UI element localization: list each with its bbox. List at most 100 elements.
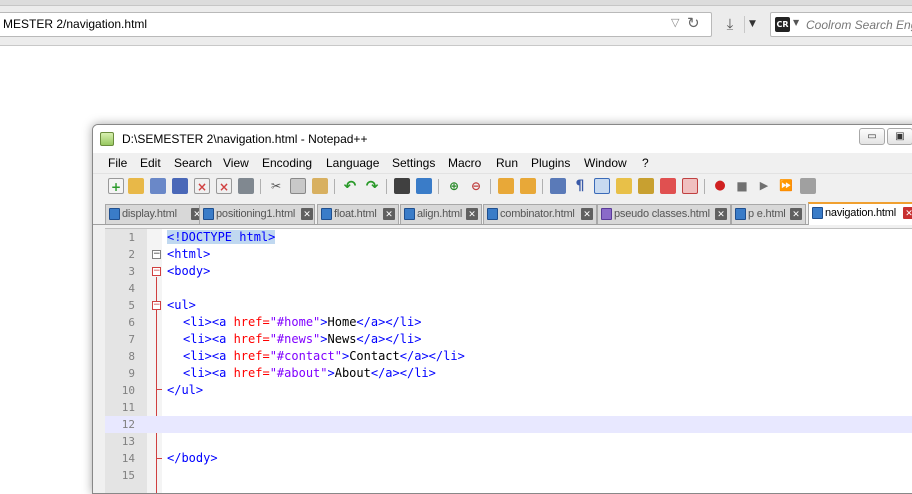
search-input[interactable]: Coolrom Search Engi [806,18,912,32]
menu-window[interactable]: Window [584,156,627,170]
code-text: <li><a href="#news">News</a></li> [183,332,421,346]
menu-language[interactable]: Language [326,156,379,170]
menu-edit[interactable]: Edit [140,156,161,170]
zoom-out-icon[interactable]: ⊖ [468,178,484,194]
menu-search[interactable]: Search [174,156,212,170]
search-box[interactable]: CR ▼ Coolrom Search Engi [770,12,912,37]
save-all-icon[interactable] [172,178,188,194]
reload-icon[interactable]: ↻ [687,14,700,32]
record-macro-icon[interactable]: ● [712,178,728,194]
string-token: "#news" [269,332,321,346]
tag-token: </a></li> [370,366,436,380]
close-tab-icon[interactable]: ✕ [715,208,727,220]
tag-token: > [327,366,335,380]
code-line[interactable]: 4 [105,280,912,297]
zoom-in-icon[interactable]: ⊕ [446,178,462,194]
code-text: <li><a href="#home">Home</a></li> [183,315,421,329]
maximize-button[interactable]: ▣ [887,128,912,145]
minimize-button[interactable]: ▭ [859,128,885,145]
stop-macro-icon[interactable]: ■ [734,178,750,194]
cut-icon[interactable]: ✂ [268,178,284,194]
undo-icon[interactable]: ↶ [342,178,358,194]
code-line[interactable]: 9 <li><a href="#about">About</a></li> [105,365,912,382]
menu-view[interactable]: View [223,156,249,170]
code-line[interactable]: 10 </ul> [105,382,912,399]
word-wrap-icon[interactable] [550,178,566,194]
user-language-icon[interactable] [616,178,632,194]
code-line[interactable]: 5 <ul> [105,297,912,314]
tab-display[interactable]: display.html ✕ [105,204,205,224]
document-map-icon[interactable] [638,178,654,194]
tab-navigation[interactable]: navigation.html ✕ [808,202,912,225]
code-line[interactable]: 3 <body> [105,263,912,280]
code-text: <li><a href="#about">About</a></li> [183,366,436,380]
code-editor[interactable]: − − − 1 <!DOCTYPE html> 2 <html> 3 <body… [105,228,912,493]
menu-macro[interactable]: Macro [448,156,481,170]
address-bar[interactable]: MESTER 2/navigation.html ▽ ↻ [0,12,712,37]
tag-token: <html> [167,247,211,261]
copy-icon[interactable] [290,178,306,194]
close-all-icon[interactable]: × [216,178,232,194]
tab-combinator[interactable]: combinator.html ✕ [483,204,597,224]
search-engine-icon[interactable]: CR [775,17,790,32]
redo-icon[interactable]: ↷ [364,178,380,194]
download-icon[interactable]: ⤓ [717,12,743,37]
close-tab-icon[interactable]: ✕ [301,208,313,220]
menu-settings[interactable]: Settings [392,156,435,170]
current-code-line[interactable]: 12 [105,416,912,433]
folder-workspace-icon[interactable] [682,178,698,194]
play-macro-icon[interactable]: ▶ [756,178,772,194]
window-titlebar[interactable]: D:\SEMESTER 2\navigation.html - Notepad+… [93,125,912,153]
tab-p-e[interactable]: p e.html ✕ [731,204,806,224]
menu-plugins[interactable]: Plugins [531,156,570,170]
line-number: 1 [128,231,135,244]
address-bar-url[interactable]: MESTER 2/navigation.html [3,17,147,31]
save-icon[interactable] [150,178,166,194]
code-line[interactable]: 2 <html> [105,246,912,263]
code-line[interactable]: 7 <li><a href="#news">News</a></li> [105,331,912,348]
code-line[interactable]: 15 [105,467,912,484]
doctype-token: <!DOCTYPE html> [167,230,276,244]
code-line[interactable]: 6 <li><a href="#home">Home</a></li> [105,314,912,331]
print-icon[interactable] [238,178,254,194]
menu-file[interactable]: File [108,156,127,170]
indent-guide-icon[interactable] [594,178,610,194]
paste-icon[interactable] [312,178,328,194]
code-line[interactable]: 14 </body> [105,450,912,467]
line-number: 10 [121,384,135,397]
sync-vertical-icon[interactable] [498,178,514,194]
run-macro-multiple-icon[interactable]: ⏩ [778,178,794,194]
save-macro-icon[interactable] [800,178,816,194]
history-dropdown-icon[interactable]: ▽ [671,16,679,29]
new-file-icon[interactable]: + [108,178,124,194]
menu-dropdown-icon[interactable]: ▼ [749,14,756,34]
tab-float[interactable]: float.html ✕ [317,204,399,224]
function-list-icon[interactable] [660,178,676,194]
toolbar-separator [386,179,387,194]
sync-horizontal-icon[interactable] [520,178,536,194]
code-line[interactable]: 8 <li><a href="#contact">Contact</a></li… [105,348,912,365]
replace-icon[interactable] [416,178,432,194]
find-icon[interactable] [394,178,410,194]
code-text: <li><a href="#contact">Contact</a></li> [183,349,465,363]
tab-label: positioning1.html [216,208,296,220]
code-line[interactable]: 11 [105,399,912,416]
menu-run[interactable]: Run [496,156,518,170]
search-engine-dropdown-icon[interactable]: ▼ [793,18,799,27]
tab-positioning1[interactable]: positioning1.html ✕ [199,204,315,224]
code-line[interactable]: 13 [105,433,912,450]
open-file-icon[interactable] [128,178,144,194]
code-line[interactable]: 1 <!DOCTYPE html> [105,229,912,246]
menu-encoding[interactable]: Encoding [262,156,312,170]
close-tab-icon[interactable]: ✕ [581,208,593,220]
close-tab-icon[interactable]: ✕ [903,207,912,219]
close-tab-icon[interactable]: ✕ [790,208,802,220]
tag-token: <body> [167,264,211,278]
tab-pseudo-classes[interactable]: pseudo classes.html ✕ [597,204,731,224]
close-tab-icon[interactable]: ✕ [383,208,395,220]
close-file-icon[interactable]: × [194,178,210,194]
tab-align[interactable]: align.html ✕ [400,204,482,224]
show-all-characters-icon[interactable]: ¶ [572,178,588,194]
menu-help[interactable]: ? [642,156,649,170]
close-tab-icon[interactable]: ✕ [466,208,478,220]
